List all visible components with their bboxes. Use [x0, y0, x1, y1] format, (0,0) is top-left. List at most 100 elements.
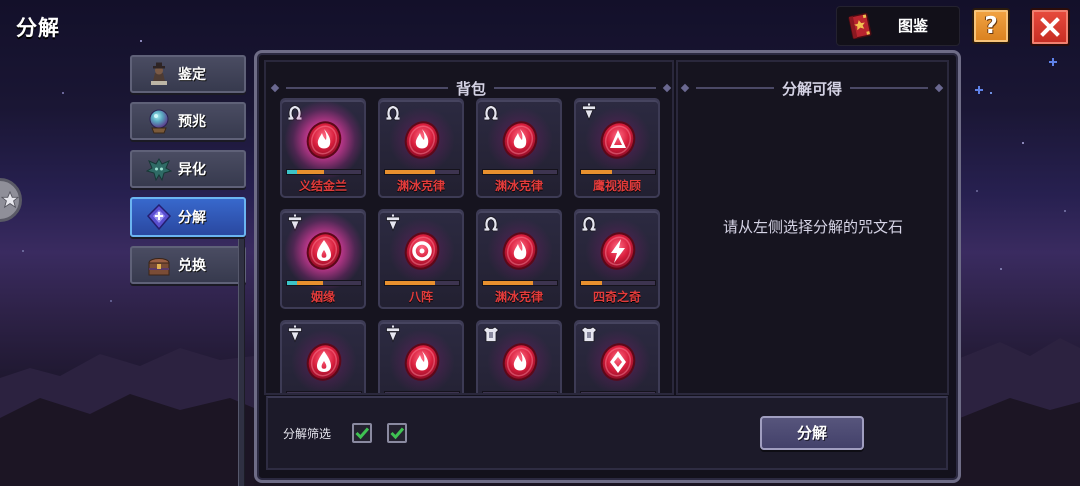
- header-ornament: [270, 83, 280, 93]
- rune-stone-icon: [306, 121, 342, 159]
- close-button[interactable]: [1030, 8, 1070, 46]
- progress-bar: [580, 280, 656, 286]
- rune-stone-icon: [502, 232, 538, 270]
- filter-checkbox[interactable]: [352, 423, 372, 443]
- header-divider: [696, 87, 774, 89]
- tab-exchange[interactable]: 兑换: [130, 246, 246, 284]
- tab-label: 兑换: [178, 258, 206, 274]
- rune-card[interactable]: 四奇之奇: [574, 209, 660, 309]
- progress-fill: [287, 281, 297, 285]
- page-title: 分解: [16, 16, 60, 40]
- decompose-crystal-icon: [146, 204, 172, 230]
- rune-stone-icon: [404, 232, 440, 270]
- rune-card[interactable]: [574, 320, 660, 393]
- filter-checkbox[interactable]: [387, 423, 407, 443]
- rune-card[interactable]: 鹰视狼顾: [574, 98, 660, 198]
- rune-card[interactable]: 义结金兰: [280, 98, 366, 198]
- progress-bar: [384, 391, 460, 393]
- rune-card[interactable]: 八阵: [378, 209, 464, 309]
- rune-stone-icon: [600, 232, 636, 270]
- progress-bar: [286, 280, 362, 286]
- rune-card[interactable]: 渊冰克律: [476, 209, 562, 309]
- rune-card[interactable]: [280, 320, 366, 393]
- header-ornament: [934, 83, 944, 93]
- backpack-title: 背包: [456, 79, 487, 98]
- close-icon: [1040, 17, 1060, 37]
- progress-bar: [580, 169, 656, 175]
- progress-bar: [286, 169, 362, 175]
- rune-stone-icon: [404, 343, 440, 381]
- exchange-chest-icon: [146, 252, 172, 278]
- omen-orb-icon: [146, 108, 172, 134]
- check-icon: [355, 427, 370, 440]
- progress-fill: [483, 281, 534, 285]
- tab-label: 预兆: [178, 114, 206, 130]
- rune-name: 鹰视狼顾: [592, 179, 641, 193]
- progress-bar: [384, 169, 460, 175]
- tab-omen[interactable]: 预兆: [130, 102, 246, 140]
- rune-name: 姻缘: [310, 290, 335, 304]
- progress-fill: [385, 281, 436, 285]
- mutation-icon: [146, 156, 172, 182]
- question-icon: ?: [984, 13, 998, 39]
- rune-card[interactable]: [476, 320, 562, 393]
- rune-stone-icon: [306, 232, 342, 270]
- progress-bar: [482, 391, 558, 393]
- rune-stone-icon: [502, 121, 538, 159]
- sidebar-rail: [238, 239, 245, 486]
- tab-label: 异化: [178, 162, 206, 178]
- header-divider: [494, 87, 657, 89]
- rune-name: 渊冰克律: [494, 179, 543, 193]
- rune-stone-icon: [502, 343, 538, 381]
- codex-label: 图鉴: [897, 17, 928, 35]
- progress-bar: [286, 391, 362, 393]
- tab-decompose[interactable]: 分解: [130, 197, 246, 237]
- decompose-button[interactable]: 分解: [760, 416, 864, 450]
- appraise-icon: [146, 61, 172, 87]
- star-field: [0, 0, 2, 2]
- rewards-header: 分解可得: [680, 79, 944, 98]
- header-ornament: [662, 83, 672, 93]
- progress-fill: [483, 170, 534, 174]
- rune-stone-icon: [600, 343, 636, 381]
- progress-fill: [581, 170, 613, 174]
- rune-card[interactable]: 渊冰克律: [476, 98, 562, 198]
- rewards-empty-hint: 请从左侧选择分解的咒文石: [722, 218, 903, 236]
- rune-stone-icon: [600, 121, 636, 159]
- tab-mutation[interactable]: 异化: [130, 150, 246, 188]
- rune-card[interactable]: 渊冰克律: [378, 98, 464, 198]
- progress-fill: [581, 281, 602, 285]
- progress-bar: [482, 169, 558, 175]
- star-sparkle: [975, 86, 983, 94]
- progress-bar: [384, 280, 460, 286]
- rune-name: 渊冰克律: [396, 179, 445, 193]
- codex-book-icon: [848, 12, 872, 40]
- rune-card[interactable]: 姻缘: [280, 209, 366, 309]
- progress-bar: [482, 280, 558, 286]
- tab-label: 鉴定: [178, 67, 206, 83]
- rune-name: 八阵: [408, 290, 433, 304]
- rune-stone-icon: [306, 343, 342, 381]
- help-button[interactable]: ?: [972, 8, 1010, 44]
- tab-label: 分解: [178, 210, 206, 226]
- header-divider: [286, 87, 448, 89]
- side-handle-button[interactable]: [0, 178, 22, 222]
- rune-name: 四奇之奇: [592, 290, 641, 304]
- star-icon: [1, 191, 19, 209]
- progress-fill: [287, 170, 297, 174]
- star-sparkle: [1049, 58, 1057, 66]
- backpack-grid[interactable]: 义结金兰 渊冰克律 渊冰克律 鹰视狼顾 姻缘 八阵 渊冰克律 四奇之奇: [280, 98, 670, 393]
- tab-appraise[interactable]: 鉴定: [130, 55, 246, 93]
- progress-bar: [580, 391, 656, 393]
- rewards-title: 分解可得: [782, 79, 843, 98]
- codex-button[interactable]: 图鉴: [836, 6, 960, 46]
- rune-stone-icon: [404, 121, 440, 159]
- header-ornament: [680, 83, 690, 93]
- filter-label: 分解筛选: [283, 427, 332, 441]
- check-icon: [390, 427, 405, 440]
- rune-name: 渊冰克律: [494, 290, 543, 304]
- backpack-header: 背包: [270, 79, 672, 98]
- progress-fill: [385, 170, 436, 174]
- rune-card[interactable]: [378, 320, 464, 393]
- header-divider: [850, 87, 929, 89]
